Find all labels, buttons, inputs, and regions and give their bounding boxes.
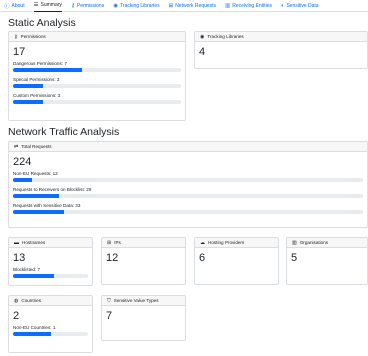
card-title: Hosting Providers xyxy=(208,240,245,245)
tab-sensitive-data[interactable]: ◐ Sensitive Data xyxy=(281,0,319,12)
bar-fill xyxy=(13,178,32,182)
eye-icon: ◉ xyxy=(113,2,119,9)
static-analysis-heading: Static Analysis xyxy=(8,17,76,29)
sensitive-value-types-card: ⛉ Sensitive Value Types 7 xyxy=(101,295,186,341)
ips-card: ⊞ IPs 12 xyxy=(101,237,186,285)
hosting-providers-card: ☁ Hosting Providers 6 xyxy=(194,237,279,285)
permissions-card: ⚷ Permissions 17 Dangerous Permissions: 7… xyxy=(8,31,186,121)
bar-fill xyxy=(13,332,51,336)
bar-fill xyxy=(13,210,65,214)
tab-label: Tracking Libraries xyxy=(120,2,160,9)
exchange-icon: ⇄ xyxy=(14,143,19,150)
blocklisted-label: Blocklisted: 7 xyxy=(13,267,41,272)
tab-tracking-libraries[interactable]: ◉ Tracking Libraries xyxy=(113,0,159,12)
network-icon: ⊞ xyxy=(168,2,174,9)
card-header: ▥ Organisations xyxy=(287,238,367,248)
info-icon: ⓘ xyxy=(4,3,10,10)
blocklist-requests-label: Requests to Receivers on Blocklist: 29 xyxy=(13,187,92,192)
blocklisted-bar xyxy=(13,274,88,278)
sensitive-requests-bar xyxy=(13,210,363,214)
building-icon: ▥ xyxy=(225,2,231,9)
tab-label: Receiving Entities xyxy=(232,2,272,9)
ips-count: 12 xyxy=(106,252,119,264)
card-title: Total Requests xyxy=(21,144,52,149)
blocklist-requests-bar xyxy=(13,194,363,198)
bar-fill xyxy=(13,68,82,72)
permissions-count: 17 xyxy=(13,46,26,58)
total-requests-count: 224 xyxy=(13,156,32,168)
list-icon: ☰ xyxy=(33,2,39,8)
cloud-icon: ☁ xyxy=(200,239,205,246)
tab-label: About xyxy=(11,2,25,9)
card-title: Organisations xyxy=(299,240,329,245)
card-title: Sensitive Value Types xyxy=(113,298,159,303)
dangerous-permissions-bar xyxy=(13,68,181,72)
tab-about[interactable]: ⓘ About xyxy=(4,0,25,12)
tab-label: Summary xyxy=(40,2,62,8)
non-eu-countries-label: Non-EU Countries: 1 xyxy=(13,325,56,330)
organisations-count: 5 xyxy=(291,252,298,264)
card-header: ⇄ Total Requests xyxy=(9,142,367,152)
key-icon: ⚷ xyxy=(70,2,75,9)
globe-icon: ◍ xyxy=(14,297,19,304)
custom-permissions-bar xyxy=(13,100,181,104)
non-eu-requests-label: Non-EU Requests: 12 xyxy=(13,171,58,176)
half-circle-icon: ◐ xyxy=(281,2,285,9)
countries-count: 2 xyxy=(13,310,20,322)
network-icon: ⊞ xyxy=(107,239,112,246)
card-header: ⚷ Permissions xyxy=(9,32,185,42)
card-header: ⊞ IPs xyxy=(102,238,185,248)
tab-label: Network Requests xyxy=(175,2,217,9)
dangerous-permissions-label: Dangerous Permissions: 7 xyxy=(13,61,67,66)
card-title: Countries xyxy=(21,298,42,303)
card-title: Tracking Libraries xyxy=(207,34,244,39)
key-icon: ⚷ xyxy=(14,33,18,40)
non-eu-requests-bar xyxy=(13,178,363,182)
network-analysis-heading: Network Traffic Analysis xyxy=(8,126,120,138)
tab-label: Permissions xyxy=(76,2,105,9)
non-eu-countries-bar xyxy=(13,332,88,336)
tab-label: Sensitive Data xyxy=(286,2,319,9)
tab-summary[interactable]: ☰ Summary xyxy=(33,0,62,12)
hostnames-count: 13 xyxy=(13,252,26,264)
building-icon: ▥ xyxy=(292,239,297,246)
card-title: IPs xyxy=(114,240,121,245)
sensitive-value-types-count: 7 xyxy=(106,310,113,322)
special-permissions-label: Special Permissions: 3 xyxy=(13,77,60,82)
bar-fill xyxy=(13,100,44,104)
card-title: Hostnames xyxy=(22,240,46,245)
tab-permissions[interactable]: ⚷ Permissions xyxy=(71,0,104,12)
organisations-card: ▥ Organisations 5 xyxy=(286,237,368,285)
server-icon: ▬ xyxy=(14,239,19,246)
countries-card: ◍ Countries 2 Non-EU Countries: 1 xyxy=(8,295,93,353)
eye-icon: ◉ xyxy=(200,33,205,40)
tab-receiving-entities[interactable]: ▥ Receiving Entities xyxy=(225,0,272,12)
card-header: ◍ Countries xyxy=(9,296,92,306)
card-header: ▬ Hostnames xyxy=(9,238,92,248)
card-title: Permissions xyxy=(20,34,46,39)
hosting-providers-count: 6 xyxy=(199,252,206,264)
sensitive-requests-label: Requests with Sensitive Data: 33 xyxy=(13,203,81,208)
bar-fill xyxy=(13,84,44,88)
card-header: ◉ Tracking Libraries xyxy=(195,32,367,42)
tracking-libraries-count: 4 xyxy=(199,46,206,58)
shield-icon: ⛉ xyxy=(107,297,111,304)
total-requests-card: ⇄ Total Requests 224 Non-EU Requests: 12 … xyxy=(8,141,368,228)
card-header: ☁ Hosting Providers xyxy=(195,238,278,248)
hostnames-card: ▬ Hostnames 13 Blocklisted: 7 xyxy=(8,237,93,286)
tab-network-requests[interactable]: ⊞ Network Requests xyxy=(169,0,216,12)
card-header: ⛉ Sensitive Value Types xyxy=(102,296,185,306)
bar-fill xyxy=(13,274,54,278)
nav-tabs: ⓘ About ☰ Summary ⚷ Permissions ◉ Tracking L… xyxy=(0,0,368,12)
special-permissions-bar xyxy=(13,84,181,88)
custom-permissions-label: Custom Permissions: 3 xyxy=(13,93,61,98)
bar-fill xyxy=(13,194,59,198)
tracking-libraries-card: ◉ Tracking Libraries 4 xyxy=(194,31,368,69)
